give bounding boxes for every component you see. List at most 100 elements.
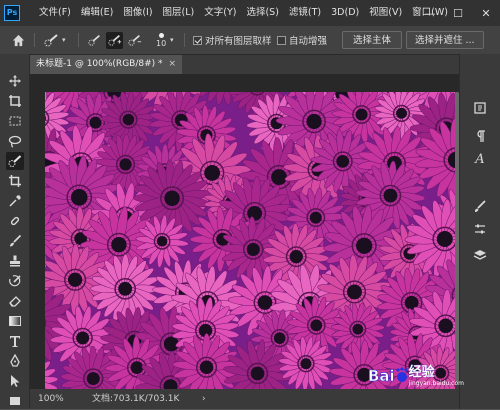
path-selection-tool[interactable] bbox=[6, 372, 24, 390]
rectangle-marquee-icon bbox=[8, 114, 22, 128]
add-to-selection-mode[interactable] bbox=[106, 26, 123, 54]
history-icon bbox=[473, 101, 487, 115]
history-panel-button[interactable] bbox=[472, 100, 488, 116]
home-icon bbox=[12, 34, 25, 47]
menu-item-2[interactable]: 图像(I) bbox=[118, 0, 157, 26]
clone-stamp-tool[interactable] bbox=[6, 252, 24, 270]
brush-size-dropdown[interactable]: ▾ bbox=[170, 26, 174, 54]
baidu-paw-logo-icon: Bai bbox=[368, 364, 408, 390]
crop-icon bbox=[8, 174, 22, 188]
menu-item-8[interactable]: 视图(V) bbox=[364, 0, 407, 26]
home-button[interactable] bbox=[12, 26, 25, 54]
window-controls: — ☐ ✕ bbox=[416, 0, 500, 26]
healing-brush-icon bbox=[8, 214, 22, 228]
history-brush-tool[interactable] bbox=[6, 272, 24, 290]
quick-selection-brush-icon bbox=[44, 33, 60, 47]
auto-enhance-check bbox=[277, 36, 286, 45]
status-bar: 100% 文档:703.1K/703.1K › bbox=[30, 389, 459, 409]
lasso-tool[interactable] bbox=[6, 132, 24, 150]
type-icon bbox=[8, 334, 22, 348]
artboard-tool[interactable] bbox=[6, 92, 24, 110]
tools-panel bbox=[0, 54, 30, 409]
menu-bar: 文件(F)编辑(E)图像(I)图层(L)文字(Y)选择(S)滤镜(T)3D(D)… bbox=[34, 0, 453, 26]
eraser-icon bbox=[8, 294, 22, 308]
lasso-icon bbox=[8, 134, 22, 148]
menu-item-3[interactable]: 图层(L) bbox=[158, 0, 200, 26]
marquee-tool[interactable] bbox=[6, 112, 24, 130]
adjustments-button[interactable] bbox=[472, 221, 488, 237]
eraser-tool[interactable] bbox=[6, 292, 24, 310]
document-close-icon[interactable]: × bbox=[169, 55, 177, 74]
tool-preset-picker[interactable]: ▾ bbox=[44, 26, 66, 54]
type-tool[interactable] bbox=[6, 332, 24, 350]
brush-size-picker[interactable]: 10 bbox=[156, 26, 166, 54]
maximize-button[interactable]: ☐ bbox=[444, 0, 472, 26]
document-tab-title: 未标题-1 @ 100%(RGB/8#) * bbox=[36, 55, 163, 74]
eyedropper-icon bbox=[8, 194, 22, 208]
baidu-watermark: Bai 经验 jingyan.baidu.com bbox=[368, 364, 464, 390]
brush-settings-icon bbox=[473, 199, 487, 213]
document-info: 文档:703.1K/703.1K bbox=[92, 389, 179, 409]
new-selection-mode[interactable] bbox=[88, 26, 102, 54]
rectangle-shape-icon bbox=[8, 394, 22, 408]
title-bar: Ps 文件(F)编辑(E)图像(I)图层(L)文字(Y)选择(S)滤镜(T)3D… bbox=[0, 0, 500, 26]
character-panel-icon[interactable]: A bbox=[472, 151, 488, 167]
menu-item-5[interactable]: 选择(S) bbox=[241, 0, 283, 26]
menu-item-0[interactable]: 文件(F) bbox=[34, 0, 76, 26]
layers-panel-button[interactable] bbox=[472, 247, 488, 263]
purple-flowers-image bbox=[45, 92, 457, 389]
pen-icon bbox=[8, 354, 22, 368]
sample-all-layers-checkbox[interactable]: 对所有图层取样 bbox=[193, 26, 272, 54]
watermark-text-2: 经验 bbox=[409, 366, 464, 380]
new-selection-brush-icon bbox=[88, 33, 102, 47]
brush-icon bbox=[8, 234, 22, 248]
rectangle-tool[interactable] bbox=[6, 392, 24, 410]
sample-all-layers-label: 对所有图层取样 bbox=[205, 33, 272, 47]
watermark-sub: jingyan.baidu.com bbox=[409, 380, 464, 388]
canvas-area[interactable] bbox=[30, 74, 459, 389]
menu-item-7[interactable]: 3D(D) bbox=[326, 0, 364, 26]
brush-size-value: 10 bbox=[156, 39, 166, 48]
status-menu-arrow-icon[interactable]: › bbox=[202, 389, 206, 409]
brush-settings-button[interactable] bbox=[472, 198, 488, 214]
select-subject-button[interactable]: 选择主体 bbox=[342, 31, 402, 49]
gradient-tool[interactable] bbox=[6, 312, 24, 330]
sample-all-layers-check bbox=[193, 36, 202, 45]
gradient-icon bbox=[8, 314, 22, 328]
subtract-selection-brush-icon bbox=[128, 33, 142, 47]
menu-item-1[interactable]: 编辑(E) bbox=[76, 0, 118, 26]
panel-dock: A bbox=[459, 54, 500, 409]
brush-tool[interactable] bbox=[6, 232, 24, 250]
clone-stamp-icon bbox=[8, 254, 22, 268]
path-selection-arrow-icon bbox=[8, 374, 22, 388]
subtract-from-selection-mode[interactable] bbox=[128, 26, 142, 54]
document-tab[interactable]: 未标题-1 @ 100%(RGB/8#) * × bbox=[30, 55, 182, 74]
watermark-text: Bai bbox=[368, 367, 395, 385]
move-tool[interactable] bbox=[6, 72, 24, 90]
eyedropper-tool[interactable] bbox=[6, 192, 24, 210]
quick-selection-icon bbox=[8, 154, 22, 168]
auto-enhance-label: 自动增强 bbox=[289, 33, 327, 47]
sliders-icon bbox=[473, 222, 487, 236]
document-tab-bar: 未标题-1 @ 100%(RGB/8#) * × bbox=[30, 55, 459, 74]
menu-item-6[interactable]: 滤镜(T) bbox=[284, 0, 326, 26]
pen-tool[interactable] bbox=[6, 352, 24, 370]
layers-icon bbox=[473, 248, 487, 262]
options-bar: ▾ 10 ▾ 对所有图层取样 自动增强 选择主体 选择并遮住 ... bbox=[0, 26, 500, 55]
brush-dot-icon bbox=[159, 33, 164, 38]
artboard-icon bbox=[8, 94, 22, 108]
move-icon bbox=[8, 74, 22, 88]
close-button[interactable]: ✕ bbox=[472, 0, 500, 26]
add-selection-brush-icon bbox=[108, 33, 122, 47]
paragraph-icon bbox=[473, 129, 487, 143]
auto-enhance-checkbox[interactable]: 自动增强 bbox=[277, 26, 327, 54]
crop-tool[interactable] bbox=[6, 172, 24, 190]
quick-selection-tool[interactable] bbox=[6, 152, 24, 170]
paragraph-panel-button[interactable] bbox=[472, 128, 488, 144]
zoom-level[interactable]: 100% bbox=[38, 389, 64, 409]
image-canvas[interactable] bbox=[45, 92, 457, 389]
spot-healing-tool[interactable] bbox=[6, 212, 24, 230]
menu-item-4[interactable]: 文字(Y) bbox=[199, 0, 241, 26]
minimize-button[interactable]: — bbox=[416, 0, 444, 26]
select-and-mask-button[interactable]: 选择并遮住 ... bbox=[406, 31, 484, 49]
